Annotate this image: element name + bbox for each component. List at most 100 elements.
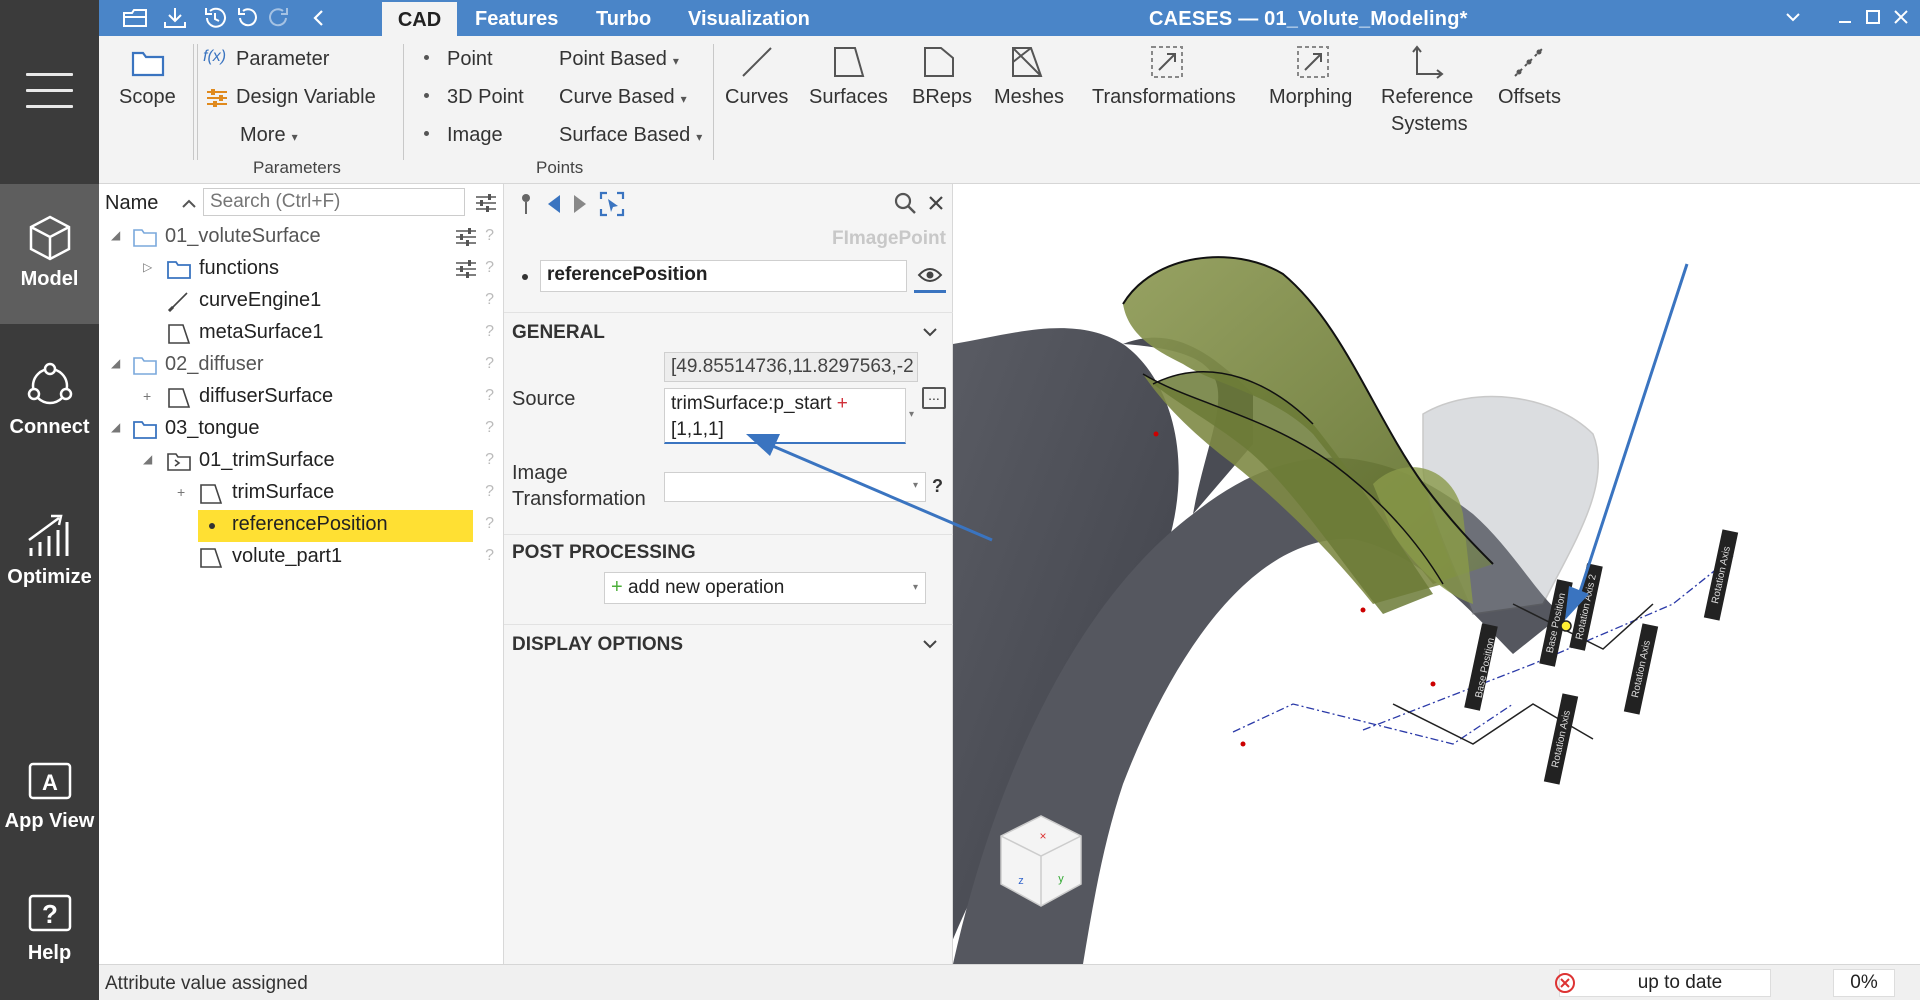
tab-visualization[interactable]: Visualization	[688, 0, 810, 36]
tree-row[interactable]: ◢ 03_tongue ?	[99, 414, 504, 446]
tree-row[interactable]: volute_part1 ?	[99, 542, 504, 574]
chevron-down-icon: ▾	[291, 130, 298, 144]
help-icon[interactable]: ?	[485, 355, 494, 373]
add-operation-button[interactable]: + add new operation	[604, 572, 926, 604]
help-icon[interactable]: ?	[485, 515, 494, 533]
rail-optimize-button[interactable]: Optimize	[0, 510, 99, 589]
help-icon[interactable]: ?	[485, 259, 494, 277]
expression-editor-button[interactable]: ...	[922, 387, 946, 409]
tree-row-selected[interactable]: referencePosition ?	[99, 510, 504, 542]
expand-icon[interactable]: +	[143, 388, 151, 404]
tree-column-name[interactable]: Name	[105, 192, 158, 215]
help-icon[interactable]: ?	[485, 451, 494, 469]
rail-model-button[interactable]: Model	[0, 184, 99, 324]
transformation-icon	[1151, 46, 1183, 78]
collapse-icon[interactable]: ◢	[111, 356, 120, 370]
search-icon[interactable]	[892, 190, 918, 216]
tree-row[interactable]: ◢ 01_voluteSurface ?	[99, 222, 504, 254]
transformations-label: Transformations	[1092, 86, 1236, 108]
chevron-down-icon[interactable]: ▾	[909, 409, 914, 420]
section-general[interactable]: GENERAL	[504, 312, 953, 352]
expand-icon[interactable]: +	[177, 484, 185, 500]
sliders-icon[interactable]	[454, 259, 478, 279]
section-display-options[interactable]: DISPLAY OPTIONS	[504, 624, 953, 664]
open-folder-icon[interactable]	[121, 5, 149, 31]
help-icon[interactable]: ?	[485, 547, 494, 565]
chevron-down-icon[interactable]	[922, 326, 938, 338]
chevron-down-icon[interactable]: ▾	[913, 582, 918, 593]
reference-systems-label-2: Systems	[1391, 113, 1468, 135]
object-name-field[interactable]: referencePosition	[540, 260, 907, 292]
3d-viewport[interactable]: Base Position Rotation Axis Base Positio…	[953, 184, 1920, 964]
close-icon[interactable]	[926, 193, 946, 213]
tree-row[interactable]: ▷ functions ?	[99, 254, 504, 286]
select-target-icon[interactable]	[598, 190, 626, 218]
tab-cad[interactable]: CAD	[382, 2, 457, 36]
help-icon[interactable]: ?	[485, 323, 494, 341]
point-icon	[424, 131, 429, 137]
more-button[interactable]: More ▾	[240, 124, 298, 147]
surface-based-menu[interactable]: Surface Based ▾	[559, 124, 702, 147]
sliders-icon[interactable]	[454, 227, 478, 247]
tree-row[interactable]: ◢ 01_trimSurface ?	[99, 446, 504, 478]
annotation-arrow-source	[746, 434, 993, 542]
collapse-icon[interactable]: ◢	[111, 420, 120, 434]
tree-row[interactable]: + diffuserSurface ?	[99, 382, 504, 414]
collapse-icon[interactable]: ◢	[143, 452, 152, 466]
filter-icon[interactable]	[474, 192, 498, 214]
help-icon[interactable]: ?	[485, 291, 494, 309]
minimize-icon[interactable]	[1834, 6, 1856, 28]
menu-icon[interactable]	[26, 73, 73, 109]
rail-app-view-button[interactable]: A App View	[0, 760, 99, 833]
section-general-label: GENERAL	[512, 322, 605, 343]
tab-features[interactable]: Features	[475, 0, 558, 36]
collapse-icon[interactable]: ◢	[111, 228, 120, 242]
help-icon[interactable]: ?	[485, 227, 494, 245]
history-icon[interactable]	[201, 5, 229, 31]
chevron-down-icon[interactable]	[1782, 6, 1804, 28]
redo-icon[interactable]	[265, 5, 293, 31]
close-window-icon[interactable]	[1890, 6, 1912, 28]
visibility-toggle[interactable]	[914, 259, 946, 293]
tree-row[interactable]: metaSurface1 ?	[99, 318, 504, 350]
reference-position-point[interactable]	[1560, 620, 1572, 632]
previous-icon[interactable]	[544, 192, 564, 216]
feature-folder-icon	[167, 453, 191, 471]
point-icon	[209, 523, 215, 529]
tree-item-label: 03_tongue	[165, 417, 260, 439]
svg-text:z: z	[1018, 875, 1024, 887]
group-label-points: Points	[536, 158, 584, 177]
folder-icon	[133, 421, 157, 439]
help-icon[interactable]: ?	[485, 483, 494, 501]
tree-row[interactable]: curveEngine1 ?	[99, 286, 504, 318]
point-button[interactable]: Point	[424, 48, 493, 71]
maximize-icon[interactable]	[1862, 6, 1884, 28]
rail-help-button[interactable]: ? Help	[0, 892, 99, 965]
next-icon[interactable]	[570, 192, 590, 216]
chevron-down-icon[interactable]	[922, 638, 938, 650]
tree-row[interactable]: ◢ 02_diffuser ?	[99, 350, 504, 382]
tree-item-label: metaSurface1	[199, 321, 324, 343]
update-status-label: up to date	[1637, 972, 1723, 993]
undo-icon[interactable]	[233, 5, 261, 31]
help-icon[interactable]: ?	[485, 419, 494, 437]
point-based-menu[interactable]: Point Based ▾	[559, 48, 679, 71]
app-view-icon: A	[28, 762, 71, 800]
tree-row[interactable]: + trimSurface ?	[99, 478, 504, 510]
3d-point-button[interactable]: 3D Point	[424, 86, 524, 109]
tab-turbo[interactable]: Turbo	[596, 0, 651, 36]
search-input[interactable]	[203, 188, 465, 216]
axis-line	[1232, 703, 1514, 745]
pin-icon[interactable]	[518, 192, 534, 216]
back-chevron-icon[interactable]	[305, 5, 333, 31]
download-icon[interactable]	[161, 5, 189, 31]
rail-connect-button[interactable]: Connect	[0, 362, 99, 439]
connect-icon	[27, 362, 72, 405]
help-icon[interactable]: ?	[485, 387, 494, 405]
curve-based-menu[interactable]: Curve Based ▾	[559, 86, 687, 109]
eye-icon	[917, 268, 943, 282]
expand-icon[interactable]: ▷	[143, 260, 152, 274]
update-status-box[interactable]: up to date	[1555, 969, 1771, 997]
image-point-button[interactable]: Image	[424, 124, 503, 147]
chevron-up-icon[interactable]	[175, 192, 203, 216]
